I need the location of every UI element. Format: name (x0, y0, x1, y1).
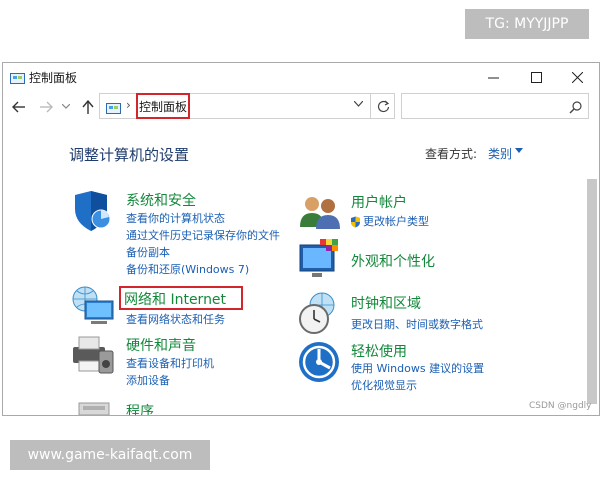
scrollbar[interactable] (587, 179, 597, 404)
link-change-date-time[interactable]: 更改日期、时间或数字格式 (351, 316, 483, 332)
up-button[interactable] (79, 98, 97, 116)
ease-of-access-icon[interactable] (298, 341, 340, 387)
control-panel-window: 控制面板 › 控制面板 调整计算机的设置 查看方式: 类别 系统和安全 查看你的… (2, 62, 600, 416)
link-backup-restore[interactable]: 备份和还原(Windows 7) (126, 261, 249, 277)
category-clock-region[interactable]: 时钟和区域 (351, 293, 421, 313)
view-by-dropdown[interactable]: 类别 (488, 145, 512, 162)
link-network-status[interactable]: 查看网络状态和任务 (126, 311, 225, 327)
link-file-history[interactable]: 通过文件历史记录保存你的文件 (126, 227, 280, 243)
link-change-account-type[interactable]: 更改帐户类型 (363, 213, 429, 229)
breadcrumb-control-panel[interactable]: 控制面板 (136, 93, 190, 119)
network-globe-icon[interactable] (71, 285, 115, 333)
watermark-site: www.game-kaifaqt.com (10, 440, 210, 470)
page-heading: 调整计算机的设置 (69, 146, 190, 164)
category-hardware-sound[interactable]: 硬件和声音 (126, 335, 196, 355)
address-bar[interactable]: › 控制面板 (99, 93, 395, 119)
view-by-arrow-icon[interactable] (515, 148, 523, 153)
control-panel-icon (106, 100, 121, 119)
category-user-accounts[interactable]: 用户帐户 (351, 192, 407, 212)
link-add-device[interactable]: 添加设备 (126, 372, 170, 388)
category-programs[interactable]: 程序 (126, 401, 154, 415)
recent-dropdown-button[interactable] (57, 98, 75, 116)
programs-icon[interactable] (75, 400, 115, 415)
address-dropdown-icon[interactable] (353, 99, 364, 110)
back-button[interactable] (10, 98, 28, 116)
printer-icon[interactable] (71, 335, 115, 379)
csdn-watermark: CSDN @ngdly (529, 401, 592, 411)
user-accounts-icon[interactable] (298, 193, 342, 233)
search-box[interactable] (401, 93, 589, 119)
link-devices-printers[interactable]: 查看设备和打印机 (126, 355, 214, 371)
navigation-bar: › 控制面板 (3, 91, 599, 123)
link-view-computer-status[interactable]: 查看你的计算机状态 (126, 210, 225, 226)
view-by-label: 查看方式: (425, 147, 478, 161)
maximize-button[interactable] (516, 63, 556, 91)
title-bar: 控制面板 (3, 63, 599, 91)
minimize-button[interactable] (473, 63, 513, 91)
appearance-icon[interactable] (298, 239, 342, 285)
search-icon[interactable] (569, 99, 582, 118)
watermark-tg: TG: MYYJJPP (465, 9, 589, 39)
refresh-button[interactable] (370, 94, 395, 118)
category-system-security[interactable]: 系统和安全 (126, 190, 196, 210)
breadcrumb-chevron-icon: › (126, 98, 131, 112)
uac-shield-icon (350, 213, 361, 232)
category-appearance[interactable]: 外观和个性化 (351, 251, 435, 271)
shield-icon[interactable] (71, 189, 113, 237)
category-ease-of-access[interactable]: 轻松使用 (351, 341, 407, 361)
forward-button[interactable] (37, 98, 55, 116)
category-network-internet[interactable]: 网络和 Internet (124, 289, 226, 309)
window-title: 控制面板 (29, 71, 78, 85)
control-panel-app-icon (10, 70, 25, 89)
link-optimize-display[interactable]: 优化视觉显示 (351, 377, 417, 393)
link-windows-recommended[interactable]: 使用 Windows 建议的设置 (351, 360, 484, 376)
close-button[interactable] (557, 63, 597, 91)
link-backup-copy[interactable]: 备份副本 (126, 244, 170, 260)
clock-region-icon[interactable] (298, 291, 340, 339)
